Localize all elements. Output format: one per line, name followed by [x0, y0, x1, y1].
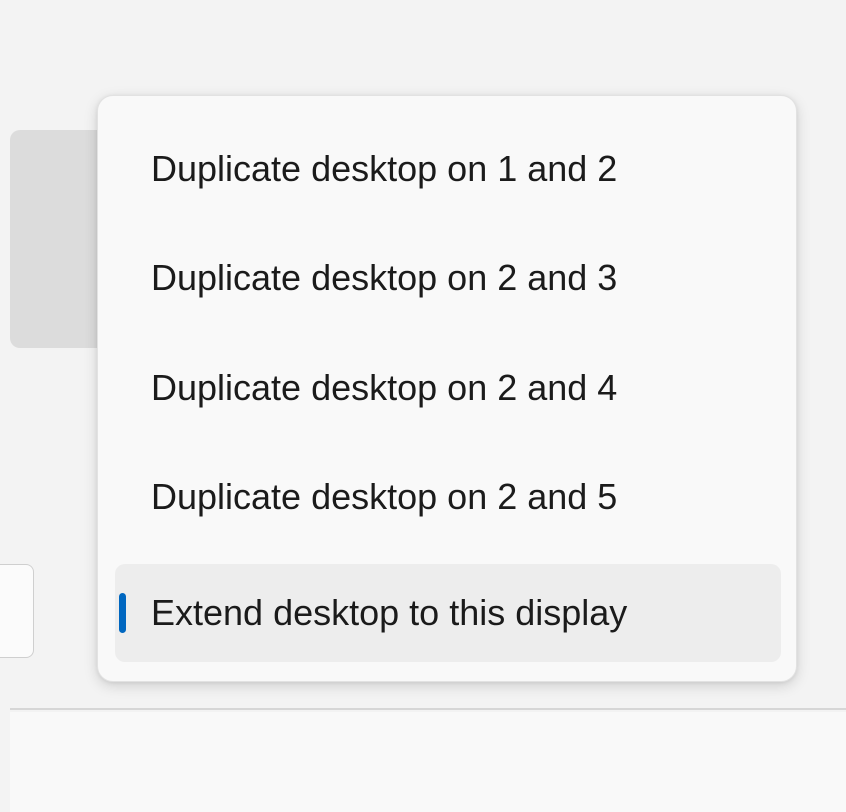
menu-item-duplicate-1-2[interactable]: Duplicate desktop on 1 and 2 [115, 120, 781, 218]
display-mode-dropdown-menu: Duplicate desktop on 1 and 2 Duplicate d… [97, 95, 797, 682]
menu-item-duplicate-2-4[interactable]: Duplicate desktop on 2 and 4 [115, 339, 781, 437]
menu-item-duplicate-2-5[interactable]: Duplicate desktop on 2 and 5 [115, 448, 781, 546]
menu-item-extend-desktop[interactable]: Extend desktop to this display [115, 564, 781, 662]
menu-item-label: Duplicate desktop on 2 and 5 [151, 476, 618, 517]
menu-item-duplicate-2-3[interactable]: Duplicate desktop on 2 and 3 [115, 229, 781, 327]
menu-item-label: Duplicate desktop on 1 and 2 [151, 148, 618, 189]
selection-indicator [119, 593, 126, 633]
menu-item-label: Duplicate desktop on 2 and 3 [151, 257, 618, 298]
menu-item-label: Extend desktop to this display [151, 592, 628, 633]
section-divider [10, 708, 846, 710]
menu-item-label: Duplicate desktop on 2 and 4 [151, 367, 618, 408]
background-lower-area [10, 712, 846, 812]
background-input-box [0, 564, 34, 658]
